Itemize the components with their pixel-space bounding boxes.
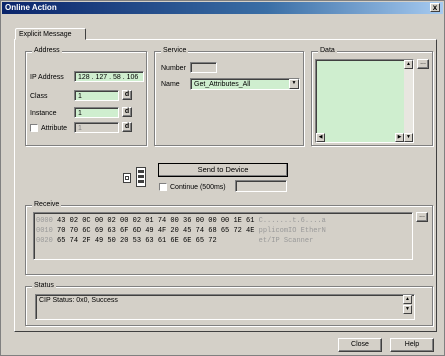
name-label: Name: [161, 81, 180, 88]
help-button[interactable]: Help: [390, 338, 434, 352]
hex-row-0: 0000 43 02 0C 00 02 00 02 01 74 00 36 00…: [36, 217, 326, 225]
help-button-label: Help: [404, 341, 420, 348]
ip-address-input[interactable]: 128 . 127 . 58 . 106: [74, 71, 144, 82]
attribute-value: 1: [78, 125, 82, 132]
attribute-label: Attribute: [41, 125, 68, 132]
status-group-label: Status: [32, 282, 56, 290]
tab-explicit-message[interactable]: Explicit Message: [15, 28, 86, 40]
receive-hex-view[interactable]: 0000 43 02 0C 00 02 00 02 01 74 00 36 00…: [33, 212, 413, 260]
service-name-select[interactable]: Get_Attributes_All ▼: [190, 78, 300, 90]
status-scroll-down-icon[interactable]: ▼: [403, 305, 412, 314]
send-button-label: Send to Device: [197, 165, 249, 174]
continue-checkbox[interactable]: [159, 183, 167, 191]
class-value: 1: [78, 93, 82, 100]
ip-address-label: IP Address: [30, 74, 64, 81]
hex-row-1: 0010 70 70 6C 69 63 6F 6D 49 4F 20 45 74…: [36, 227, 326, 235]
window-close-button[interactable]: x: [430, 3, 440, 12]
class-decimal-button[interactable]: d: [122, 90, 132, 100]
continue-label: Continue (500ms): [170, 184, 226, 191]
network-device-icon: [136, 167, 146, 187]
interval-input[interactable]: [235, 180, 287, 192]
close-button[interactable]: Close: [338, 338, 382, 352]
close-button-label: Close: [351, 341, 369, 348]
instance-decimal-button[interactable]: d: [122, 107, 132, 117]
attribute-checkbox[interactable]: [30, 124, 38, 132]
service-group-label: Service: [161, 47, 189, 55]
attribute-input[interactable]: 1: [74, 122, 119, 133]
number-label: Number: [161, 65, 186, 72]
attribute-decimal-button[interactable]: d: [122, 122, 132, 132]
address-group-label: Address: [32, 47, 62, 55]
instance-value: 1: [78, 110, 82, 117]
data-textarea[interactable]: ▲ ▼ ◀ ▶: [315, 59, 414, 143]
data-scrollbar-v[interactable]: [404, 69, 413, 133]
class-label: Class: [30, 93, 48, 100]
data-scroll-right-icon[interactable]: ▶: [395, 133, 404, 142]
online-action-dialog: Online Action x Explicit Message Address…: [0, 0, 445, 356]
service-number-input[interactable]: [190, 62, 217, 73]
ip-address-value: 128 . 127 . 58 . 106: [78, 74, 139, 81]
data-scroll-up-icon[interactable]: ▲: [404, 60, 413, 69]
hex-row-2: 0020 65 74 2F 49 50 20 53 63 61 6E 6E 65…: [36, 237, 314, 245]
instance-input[interactable]: 1: [74, 107, 119, 118]
send-to-device-button[interactable]: Send to Device: [158, 163, 288, 177]
title-bar: Online Action x: [2, 2, 443, 14]
device-icon: [123, 173, 131, 183]
data-scroll-down-icon[interactable]: ▼: [404, 133, 413, 142]
chevron-down-icon[interactable]: ▼: [289, 79, 299, 89]
data-group-label: Data: [318, 47, 337, 55]
status-scroll-up-icon[interactable]: ▲: [403, 295, 412, 304]
service-name-value: Get_Attributes_All: [194, 81, 251, 88]
data-ellipsis-button[interactable]: ...: [417, 59, 429, 69]
tab-label: Explicit Message: [19, 31, 72, 38]
status-text-box[interactable]: CIP Status: 0x0, Success: [35, 294, 415, 320]
status-text: CIP Status: 0x0, Success: [39, 297, 118, 304]
class-input[interactable]: 1: [74, 90, 119, 101]
receive-group-label: Receive: [32, 201, 62, 209]
data-scroll-left-icon[interactable]: ◀: [316, 133, 325, 142]
receive-ellipsis-button[interactable]: ...: [416, 212, 428, 222]
window-title: Online Action: [5, 3, 57, 12]
instance-label: Instance: [30, 110, 57, 117]
